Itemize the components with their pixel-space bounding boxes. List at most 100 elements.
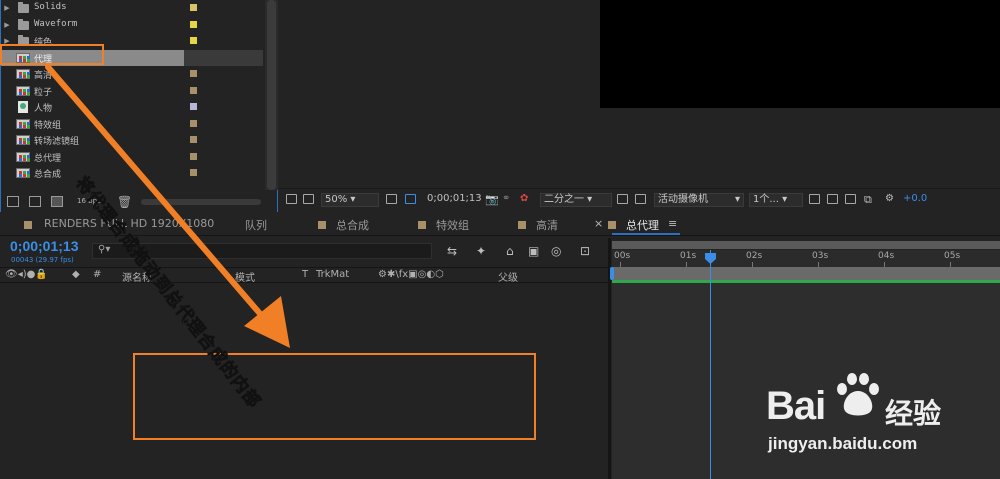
selection-row-rest — [184, 49, 263, 66]
project-item[interactable]: 总合成 — [1, 165, 263, 181]
channel-icon[interactable]: ✿ — [520, 193, 528, 204]
comp-flowchart-icon[interactable] — [845, 194, 856, 204]
resolution-dropdown[interactable]: 二分之一 ▾ — [540, 193, 612, 207]
tab-render-queue[interactable]: 队列 — [245, 217, 267, 233]
time-ruler[interactable]: 00s 01s 02s 03s 04s 05s — [612, 250, 1000, 267]
av-features-icon[interactable]: 👁◂)●🔒 — [5, 269, 48, 280]
expand-triangle-icon[interactable]: ▶ — [1, 4, 13, 12]
tab-main-comp[interactable]: 总合成 — [336, 217, 369, 233]
comp-mini-flowchart-icon[interactable]: ⇆ — [447, 244, 457, 258]
composition-icon — [16, 118, 30, 129]
exposure-value[interactable]: +0.0 — [903, 193, 927, 204]
label-color-swatch[interactable] — [190, 169, 197, 176]
shy-layers-icon[interactable]: ⌂ — [506, 244, 514, 258]
layer-number-header[interactable]: # — [93, 269, 101, 280]
always-preview-icon[interactable] — [286, 194, 297, 204]
project-item-list: ▶ Solids ▶ Waveform ▶ 纯色 代理 高清 粒子 人物 特效组 转场滤镜组 总代理 总合… — [1, 0, 263, 181]
mode-header[interactable]: 模式 — [235, 269, 255, 284]
ruler-tick-label: 01s — [680, 251, 697, 261]
label-color-swatch[interactable] — [190, 86, 197, 94]
tab-color-swatch — [608, 221, 616, 229]
toggle-pixel-aspect-icon[interactable] — [809, 194, 820, 204]
camera-dropdown[interactable]: 活动摄像机 ▾ — [654, 193, 744, 207]
project-item-name: 总合成 — [34, 170, 62, 180]
ruler-tick-label: 05s — [944, 251, 961, 261]
project-item[interactable]: 人物 — [1, 99, 263, 115]
new-folder-icon[interactable] — [29, 196, 41, 207]
label-column-icon[interactable]: ◆ — [72, 269, 80, 280]
timeline-icon[interactable] — [827, 194, 838, 204]
composition-icon — [16, 85, 30, 96]
project-item[interactable]: ▶ Solids — [1, 0, 263, 16]
folder-icon — [18, 2, 29, 13]
project-item[interactable]: 总代理 — [1, 149, 263, 165]
time-ruler-navigator[interactable] — [612, 267, 1000, 280]
project-item[interactable]: 高清 — [1, 66, 263, 82]
snapshot-icon[interactable]: 📷 — [485, 193, 499, 206]
t-header[interactable]: T — [302, 269, 308, 280]
project-item[interactable]: ▶ Waveform — [1, 17, 263, 33]
motion-blur-icon[interactable]: ◎ — [551, 244, 561, 258]
region-of-interest-icon[interactable] — [405, 194, 416, 204]
tab-hd[interactable]: 高清 — [536, 217, 558, 233]
tab-color-swatch — [418, 221, 426, 229]
label-color-swatch[interactable] — [190, 103, 197, 110]
project-item-name: 高清 — [34, 71, 53, 81]
label-color-swatch[interactable] — [190, 20, 197, 28]
graph-editor-icon[interactable]: ⊡ — [580, 244, 590, 258]
exposure-reset-icon[interactable]: ⚙ — [885, 193, 894, 204]
frame-info: 00043 (29.97 fps) — [11, 256, 74, 264]
project-item-name: 转场滤镜组 — [34, 137, 80, 147]
tab-effects-group[interactable]: 特效组 — [436, 217, 469, 233]
zoom-value: 50% — [325, 194, 348, 205]
composition-canvas[interactable] — [600, 0, 1000, 108]
project-item[interactable]: 粒子 — [1, 83, 263, 99]
time-navigator-start[interactable] — [610, 267, 614, 280]
flowchart-icon[interactable]: ⧉ — [864, 193, 872, 207]
label-color-swatch[interactable] — [190, 37, 197, 44]
composition-icon — [16, 151, 30, 162]
project-item-name: 总代理 — [34, 153, 62, 164]
zoom-dropdown[interactable]: 50% ▾ — [321, 193, 379, 207]
label-color-swatch[interactable] — [190, 119, 197, 127]
expand-triangle-icon[interactable]: ▶ — [1, 21, 13, 29]
active-tab-indicator — [612, 233, 680, 235]
project-item[interactable]: 特效组 — [1, 116, 263, 132]
close-tab-icon[interactable]: × — [594, 217, 603, 230]
current-time-display[interactable]: 0;00;01;13 — [10, 238, 79, 254]
draft-3d-icon[interactable]: ✦ — [476, 244, 486, 258]
composition-icon — [16, 168, 30, 178]
fast-previews-icon[interactable] — [617, 194, 628, 204]
layer-column-header: 👁◂)●🔒 ◆ # 源名称 模式 T TrkMat ⚙✱\fx▣◎◐⬡ 父级 — [0, 267, 608, 284]
trkmat-header[interactable]: TrkMat — [316, 269, 349, 280]
label-color-swatch[interactable] — [190, 136, 197, 143]
project-footer: 16 bpc 🗑 — [1, 193, 277, 211]
monitor-icon[interactable] — [303, 194, 314, 204]
tab-master-proxy[interactable]: 总代理 — [626, 217, 659, 233]
frame-blending-icon[interactable]: ▣ — [528, 244, 539, 258]
label-color-swatch[interactable] — [190, 4, 197, 11]
parent-header[interactable]: 父级 — [498, 269, 518, 284]
tab-color-swatch — [318, 221, 326, 229]
tab-color-swatch — [518, 221, 526, 229]
transparency-grid-icon[interactable] — [635, 194, 646, 204]
work-area-bar[interactable] — [612, 241, 1000, 249]
show-snapshot-icon[interactable]: ⚭ — [502, 193, 510, 204]
timeline-tab-bar: RENDERS FULL HD 1920X1080 队列 总合成 特效组 高清 … — [0, 212, 1000, 236]
label-color-swatch[interactable] — [190, 70, 197, 77]
project-scrollbar-thumb[interactable] — [267, 0, 276, 190]
project-item[interactable]: 转场滤镜组 — [1, 132, 263, 148]
tab-color-swatch — [24, 221, 32, 229]
fit-icon[interactable] — [386, 194, 397, 204]
annotation-target-box — [133, 353, 536, 440]
watermark-brand-latin: Bai — [766, 384, 826, 428]
new-composition-icon[interactable] — [51, 196, 63, 207]
panel-menu-icon[interactable]: ≡ — [668, 217, 677, 230]
project-horizontal-scrollbar[interactable] — [141, 199, 261, 205]
switches-icon[interactable]: ⚙✱\fx▣◎◐⬡ — [378, 269, 444, 280]
label-color-swatch[interactable] — [190, 152, 197, 160]
viewer-timecode[interactable]: 0;00;01;13 — [427, 193, 482, 204]
views-dropdown[interactable]: 1个... ▾ — [749, 193, 803, 207]
footage-icon — [18, 101, 28, 113]
interpret-footage-icon[interactable] — [7, 196, 19, 207]
